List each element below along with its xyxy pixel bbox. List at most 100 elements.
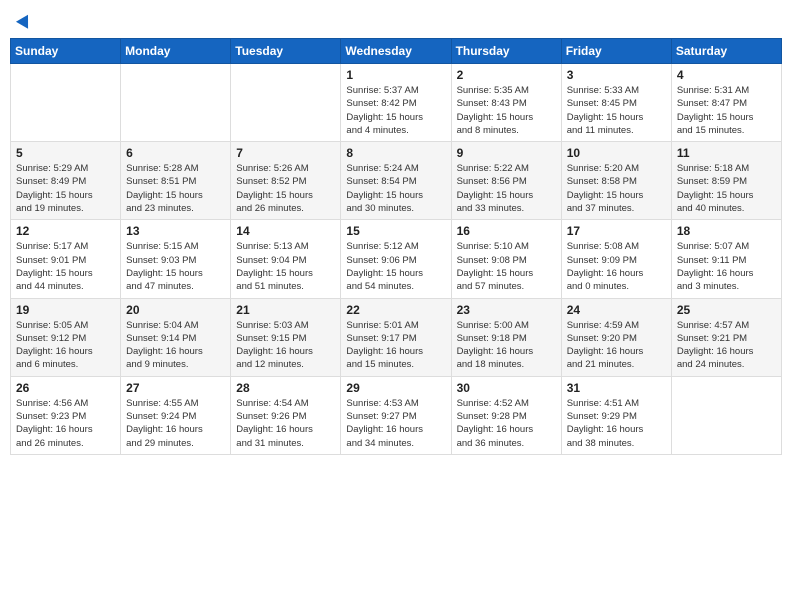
day-number: 25 (677, 303, 776, 317)
calendar-table: SundayMondayTuesdayWednesdayThursdayFrid… (10, 38, 782, 455)
day-number: 17 (567, 224, 666, 238)
day-number: 24 (567, 303, 666, 317)
day-info: Sunrise: 4:57 AM Sunset: 9:21 PM Dayligh… (677, 319, 776, 372)
calendar-cell: 7 Sunrise: 5:26 AM Sunset: 8:52 PM Daylig… (231, 142, 341, 220)
calendar-cell (121, 64, 231, 142)
calendar-cell: 9 Sunrise: 5:22 AM Sunset: 8:56 PM Daylig… (451, 142, 561, 220)
calendar-cell: 15 Sunrise: 5:12 AM Sunset: 9:06 PM Dayli… (341, 220, 451, 298)
weekday-header-friday: Friday (561, 39, 671, 64)
day-number: 26 (16, 381, 115, 395)
day-number: 28 (236, 381, 335, 395)
day-number: 14 (236, 224, 335, 238)
calendar-cell: 2 Sunrise: 5:35 AM Sunset: 8:43 PM Daylig… (451, 64, 561, 142)
weekday-header-saturday: Saturday (671, 39, 781, 64)
calendar-cell: 13 Sunrise: 5:15 AM Sunset: 9:03 PM Dayli… (121, 220, 231, 298)
calendar-week-row: 1 Sunrise: 5:37 AM Sunset: 8:42 PM Daylig… (11, 64, 782, 142)
calendar-cell: 14 Sunrise: 5:13 AM Sunset: 9:04 PM Dayli… (231, 220, 341, 298)
day-number: 30 (457, 381, 556, 395)
day-number: 19 (16, 303, 115, 317)
day-info: Sunrise: 5:04 AM Sunset: 9:14 PM Dayligh… (126, 319, 225, 372)
day-number: 16 (457, 224, 556, 238)
day-number: 2 (457, 68, 556, 82)
day-info: Sunrise: 5:35 AM Sunset: 8:43 PM Dayligh… (457, 84, 556, 137)
calendar-cell: 21 Sunrise: 5:03 AM Sunset: 9:15 PM Dayli… (231, 298, 341, 376)
day-info: Sunrise: 5:15 AM Sunset: 9:03 PM Dayligh… (126, 240, 225, 293)
calendar-cell: 28 Sunrise: 4:54 AM Sunset: 9:26 PM Dayli… (231, 376, 341, 454)
day-info: Sunrise: 4:55 AM Sunset: 9:24 PM Dayligh… (126, 397, 225, 450)
calendar-cell (231, 64, 341, 142)
day-info: Sunrise: 4:59 AM Sunset: 9:20 PM Dayligh… (567, 319, 666, 372)
calendar-cell: 8Sunrise: 5:24 AM Sunset: 8:54 PM Daylig… (341, 142, 451, 220)
calendar-cell: 11 Sunrise: 5:18 AM Sunset: 8:59 PM Dayli… (671, 142, 781, 220)
day-info: Sunrise: 5:17 AM Sunset: 9:01 PM Dayligh… (16, 240, 115, 293)
day-info: Sunrise: 5:08 AM Sunset: 9:09 PM Dayligh… (567, 240, 666, 293)
calendar-cell: 12Sunrise: 5:17 AM Sunset: 9:01 PM Dayli… (11, 220, 121, 298)
day-number: 15 (346, 224, 445, 238)
calendar-body: 1 Sunrise: 5:37 AM Sunset: 8:42 PM Daylig… (11, 64, 782, 455)
weekday-header-wednesday: Wednesday (341, 39, 451, 64)
calendar-cell: 16 Sunrise: 5:10 AM Sunset: 9:08 PM Dayli… (451, 220, 561, 298)
weekday-header-sunday: Sunday (11, 39, 121, 64)
day-info: Sunrise: 5:13 AM Sunset: 9:04 PM Dayligh… (236, 240, 335, 293)
calendar-cell: 1 Sunrise: 5:37 AM Sunset: 8:42 PM Daylig… (341, 64, 451, 142)
weekday-header-tuesday: Tuesday (231, 39, 341, 64)
day-number: 11 (677, 146, 776, 160)
calendar-cell: 24 Sunrise: 4:59 AM Sunset: 9:20 PM Dayli… (561, 298, 671, 376)
day-number: 18 (677, 224, 776, 238)
day-info: Sunrise: 5:22 AM Sunset: 8:56 PM Dayligh… (457, 162, 556, 215)
day-number: 13 (126, 224, 225, 238)
day-info: Sunrise: 5:37 AM Sunset: 8:42 PM Dayligh… (346, 84, 445, 137)
calendar-week-row: 19 Sunrise: 5:05 AM Sunset: 9:12 PM Dayli… (11, 298, 782, 376)
calendar-week-row: 5Sunrise: 5:29 AM Sunset: 8:49 PM Daylig… (11, 142, 782, 220)
calendar-cell: 4 Sunrise: 5:31 AM Sunset: 8:47 PM Daylig… (671, 64, 781, 142)
day-number: 1 (346, 68, 445, 82)
calendar-week-row: 12Sunrise: 5:17 AM Sunset: 9:01 PM Dayli… (11, 220, 782, 298)
day-info: Sunrise: 5:01 AM Sunset: 9:17 PM Dayligh… (346, 319, 445, 372)
day-number: 22 (346, 303, 445, 317)
calendar-cell: 31 Sunrise: 4:51 AM Sunset: 9:29 PM Dayli… (561, 376, 671, 454)
logo-icon (16, 11, 34, 28)
day-info: Sunrise: 4:51 AM Sunset: 9:29 PM Dayligh… (567, 397, 666, 450)
day-info: Sunrise: 5:07 AM Sunset: 9:11 PM Dayligh… (677, 240, 776, 293)
day-number: 7 (236, 146, 335, 160)
day-info: Sunrise: 5:26 AM Sunset: 8:52 PM Dayligh… (236, 162, 335, 215)
day-info: Sunrise: 5:31 AM Sunset: 8:47 PM Dayligh… (677, 84, 776, 137)
calendar-week-row: 26 Sunrise: 4:56 AM Sunset: 9:23 PM Dayli… (11, 376, 782, 454)
calendar-cell: 30 Sunrise: 4:52 AM Sunset: 9:28 PM Dayli… (451, 376, 561, 454)
calendar-cell: 26 Sunrise: 4:56 AM Sunset: 9:23 PM Dayli… (11, 376, 121, 454)
day-number: 4 (677, 68, 776, 82)
day-info: Sunrise: 5:05 AM Sunset: 9:12 PM Dayligh… (16, 319, 115, 372)
day-number: 31 (567, 381, 666, 395)
day-number: 23 (457, 303, 556, 317)
calendar-cell: 23Sunrise: 5:00 AM Sunset: 9:18 PM Dayli… (451, 298, 561, 376)
day-number: 21 (236, 303, 335, 317)
day-info: Sunrise: 4:53 AM Sunset: 9:27 PM Dayligh… (346, 397, 445, 450)
day-info: Sunrise: 4:54 AM Sunset: 9:26 PM Dayligh… (236, 397, 335, 450)
day-number: 9 (457, 146, 556, 160)
day-info: Sunrise: 5:03 AM Sunset: 9:15 PM Dayligh… (236, 319, 335, 372)
calendar-cell: 25 Sunrise: 4:57 AM Sunset: 9:21 PM Dayli… (671, 298, 781, 376)
calendar-cell: 10 Sunrise: 5:20 AM Sunset: 8:58 PM Dayli… (561, 142, 671, 220)
day-info: Sunrise: 5:18 AM Sunset: 8:59 PM Dayligh… (677, 162, 776, 215)
calendar-cell: 18 Sunrise: 5:07 AM Sunset: 9:11 PM Dayli… (671, 220, 781, 298)
day-info: Sunrise: 5:28 AM Sunset: 8:51 PM Dayligh… (126, 162, 225, 215)
calendar-header: SundayMondayTuesdayWednesdayThursdayFrid… (11, 39, 782, 64)
logo (16, 14, 32, 26)
day-info: Sunrise: 4:56 AM Sunset: 9:23 PM Dayligh… (16, 397, 115, 450)
day-info: Sunrise: 5:20 AM Sunset: 8:58 PM Dayligh… (567, 162, 666, 215)
weekday-header-row: SundayMondayTuesdayWednesdayThursdayFrid… (11, 39, 782, 64)
day-number: 20 (126, 303, 225, 317)
day-info: Sunrise: 5:29 AM Sunset: 8:49 PM Dayligh… (16, 162, 115, 215)
day-number: 10 (567, 146, 666, 160)
calendar-cell: 20 Sunrise: 5:04 AM Sunset: 9:14 PM Dayli… (121, 298, 231, 376)
calendar-cell: 6Sunrise: 5:28 AM Sunset: 8:51 PM Daylig… (121, 142, 231, 220)
calendar-cell: 5Sunrise: 5:29 AM Sunset: 8:49 PM Daylig… (11, 142, 121, 220)
calendar-cell: 27Sunrise: 4:55 AM Sunset: 9:24 PM Dayli… (121, 376, 231, 454)
day-number: 3 (567, 68, 666, 82)
day-info: Sunrise: 5:10 AM Sunset: 9:08 PM Dayligh… (457, 240, 556, 293)
day-info: Sunrise: 4:52 AM Sunset: 9:28 PM Dayligh… (457, 397, 556, 450)
calendar-cell (671, 376, 781, 454)
day-info: Sunrise: 5:12 AM Sunset: 9:06 PM Dayligh… (346, 240, 445, 293)
calendar-cell: 19 Sunrise: 5:05 AM Sunset: 9:12 PM Dayli… (11, 298, 121, 376)
page: SundayMondayTuesdayWednesdayThursdayFrid… (0, 0, 792, 612)
